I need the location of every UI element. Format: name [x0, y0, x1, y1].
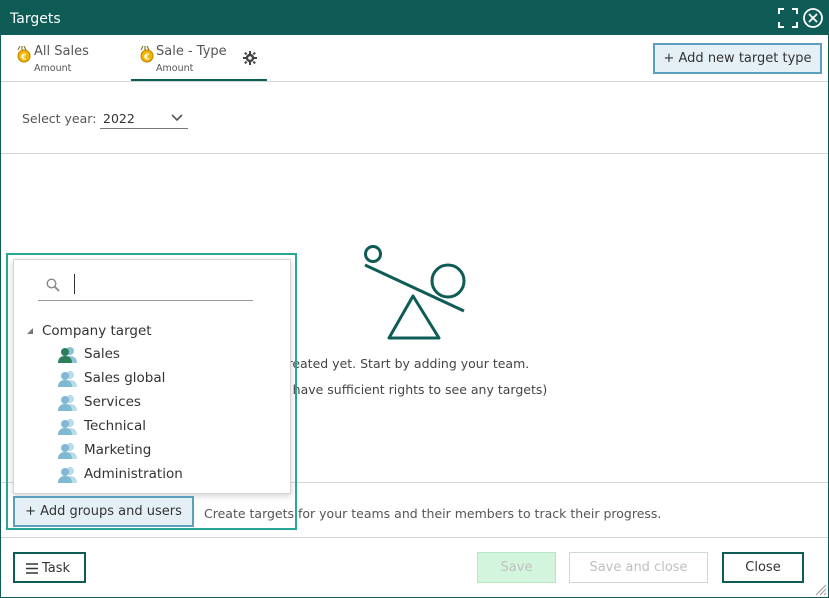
- group-icon: [58, 442, 78, 464]
- picker-search-input[interactable]: [72, 272, 252, 296]
- target-type-tabs: € All Sales Amount € Sale - Type Amount: [1, 35, 828, 82]
- gear-icon[interactable]: [243, 50, 257, 69]
- tree-item-label: Sales: [84, 346, 120, 362]
- chevron-down-icon: [171, 114, 183, 122]
- tab-sublabel: Amount: [156, 63, 194, 74]
- menu-icon: [26, 563, 38, 574]
- tab-sale-type[interactable]: € Sale - Type Amount: [131, 35, 267, 81]
- task-label: Task: [42, 561, 71, 576]
- coin-icon: €: [139, 45, 155, 67]
- add-target-type-label: Add new target type: [678, 51, 812, 66]
- save-button[interactable]: Save: [477, 552, 556, 583]
- tree-item-sales[interactable]: Sales: [58, 344, 278, 366]
- hint-text: Create targets for your teams and their …: [204, 506, 662, 521]
- tab-label: Sale - Type: [156, 44, 227, 59]
- targets-dialog: Targets € All Sales Amount € Sale - Type…: [0, 0, 829, 598]
- coin-icon: €: [16, 45, 32, 67]
- tree-item-sales-global[interactable]: Sales global: [58, 368, 278, 390]
- search-underline: [38, 300, 253, 301]
- group-icon: [58, 370, 78, 392]
- add-groups-label: Add groups and users: [40, 504, 182, 519]
- task-button[interactable]: Task: [13, 552, 86, 583]
- expand-icon[interactable]: [777, 7, 799, 29]
- add-target-type-button[interactable]: + Add new target type: [653, 43, 822, 74]
- close-button[interactable]: Close: [722, 552, 804, 583]
- plus-icon: +: [663, 51, 675, 66]
- tab-label: All Sales: [34, 44, 89, 59]
- tree-item-label: Sales global: [84, 370, 166, 386]
- tree-item-label: Administration: [84, 466, 183, 482]
- dialog-title: Targets: [10, 11, 61, 27]
- tree-item-label: Services: [84, 394, 141, 410]
- plus-icon: +: [25, 504, 37, 519]
- save-and-close-button[interactable]: Save and close: [569, 552, 708, 583]
- tab-all-sales[interactable]: € All Sales Amount: [16, 35, 116, 81]
- title-bar: Targets: [1, 1, 828, 35]
- svg-text:€: €: [143, 53, 150, 62]
- group-icon: [58, 466, 78, 488]
- tree-node-label: Company target: [42, 323, 152, 339]
- tab-sublabel: Amount: [34, 63, 72, 74]
- empty-state-illustration: [364, 245, 466, 340]
- svg-text:€: €: [20, 53, 27, 62]
- collapse-triangle-icon[interactable]: [26, 327, 34, 335]
- add-groups-and-users-button[interactable]: + Add groups and users: [13, 496, 194, 527]
- tree-item-label: Marketing: [84, 442, 152, 458]
- year-select[interactable]: 2022: [100, 107, 188, 129]
- tree-item-technical[interactable]: Technical: [58, 416, 278, 438]
- close-icon[interactable]: [802, 7, 824, 29]
- year-value: 2022: [103, 111, 135, 126]
- tree-item-label: Technical: [84, 418, 146, 434]
- year-label: Select year:: [22, 111, 97, 126]
- groups-picker-dropdown: Company target Sales Sales global Servic…: [13, 259, 291, 494]
- tree-item-marketing[interactable]: Marketing: [58, 440, 278, 462]
- search-icon: [46, 277, 60, 296]
- group-icon: [58, 346, 78, 368]
- resize-grip-icon[interactable]: [813, 582, 827, 596]
- group-icon: [58, 418, 78, 440]
- tree-item-services[interactable]: Services: [58, 392, 278, 414]
- tree-item-administration[interactable]: Administration: [58, 464, 278, 486]
- year-filter-row: Select year: 2022: [1, 82, 828, 154]
- group-icon: [58, 394, 78, 416]
